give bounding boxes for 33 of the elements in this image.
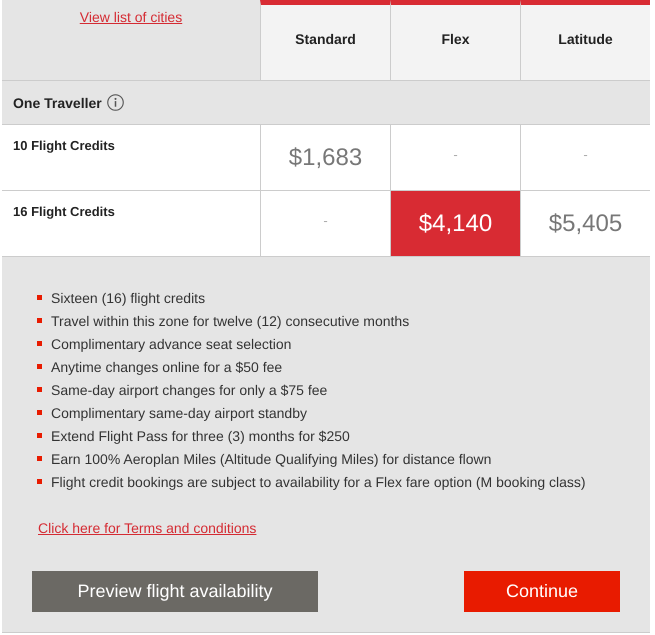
price-cell[interactable]: - bbox=[390, 124, 520, 190]
bullet-icon bbox=[37, 341, 42, 346]
bullet-icon bbox=[37, 433, 42, 438]
fare-column-header: Latitude bbox=[520, 0, 650, 80]
feature-text: Same-day airport changes for only a $75 fee bbox=[51, 382, 328, 398]
feature-text: Complimentary advance seat selection bbox=[51, 336, 292, 352]
feature-text: Earn 100% Aeroplan Miles (Altitude Qualifying Miles) for distance flown bbox=[51, 450, 492, 466]
feature-text: Sixteen (16) flight credits bbox=[51, 290, 206, 306]
feature-text: Anytime changes online for a $50 fee bbox=[51, 358, 282, 374]
feature-text: Travel within this zone for twelve (12) consecutive months bbox=[51, 312, 410, 328]
bullet-icon bbox=[37, 387, 42, 392]
preview-button[interactable]: Preview flight availability bbox=[32, 571, 318, 612]
continue-button[interactable]: Continue bbox=[464, 571, 620, 612]
bullet-icon bbox=[37, 410, 42, 415]
bullet-icon bbox=[37, 456, 42, 461]
info-icon[interactable] bbox=[106, 94, 124, 111]
price-cell[interactable]: - bbox=[260, 190, 390, 256]
price-cell[interactable]: $4,140 bbox=[390, 190, 520, 256]
bullet-icon bbox=[37, 295, 42, 300]
price-cell[interactable]: $1,683 bbox=[260, 124, 390, 190]
price-cell[interactable]: $5,405 bbox=[520, 190, 650, 256]
fare-column-header: Flex bbox=[390, 0, 520, 80]
bullet-icon bbox=[37, 318, 42, 323]
feature-text: Extend Flight Pass for three (3) months for $250 bbox=[51, 428, 350, 444]
fare-column-header: Standard bbox=[260, 0, 390, 80]
feature-text: Flight credit bookings are subject to availability for a Flex fare option (M booking class) bbox=[51, 474, 586, 490]
bullet-icon bbox=[37, 364, 42, 369]
feature-text: Complimentary same-day airport standby bbox=[51, 404, 307, 420]
terms-link[interactable]: Click here for Terms and conditions bbox=[38, 520, 256, 536]
price-cell[interactable]: - bbox=[520, 124, 650, 190]
view-cities-link[interactable]: View list of cities bbox=[80, 9, 182, 25]
group-label: One Traveller bbox=[13, 94, 102, 110]
bullet-icon bbox=[37, 479, 42, 484]
